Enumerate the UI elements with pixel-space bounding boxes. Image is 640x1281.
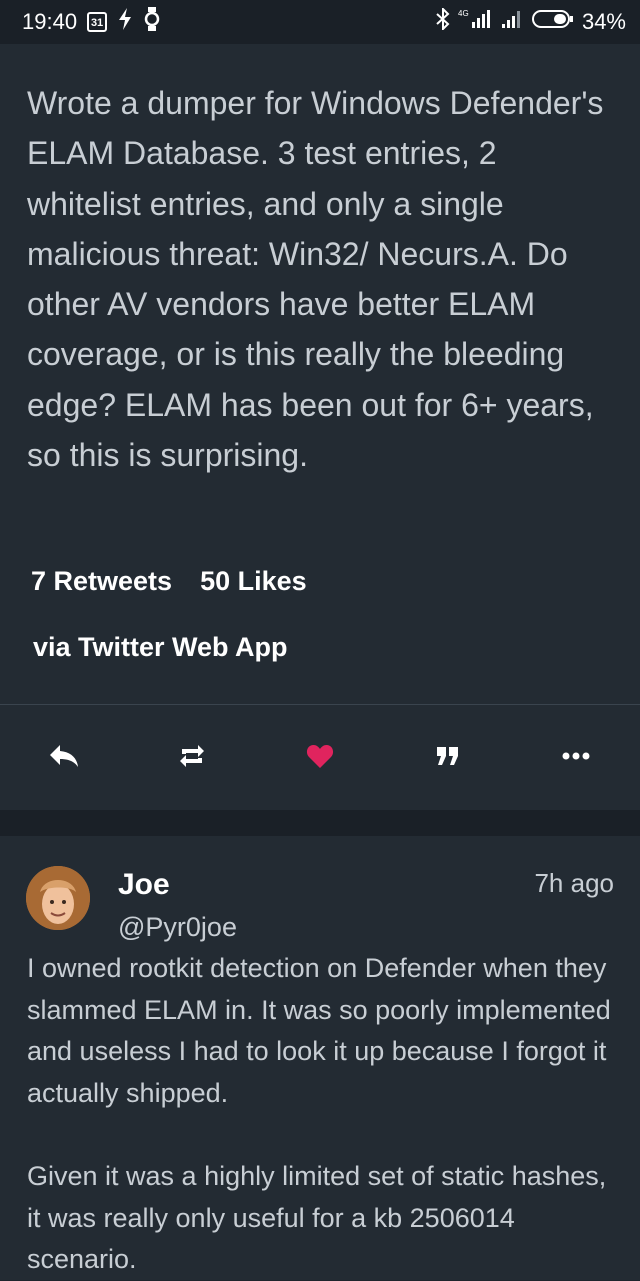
battery-icon [531, 8, 574, 36]
author-handle[interactable]: @Pyr0joe [118, 912, 237, 943]
more-icon[interactable] [556, 736, 596, 776]
reply-paragraph: I owned rootkit detection on Defender wh… [27, 953, 611, 1108]
avatar[interactable] [26, 866, 90, 930]
quote-icon[interactable] [428, 736, 468, 776]
cell-signal-2-icon [500, 8, 524, 36]
action-bar [0, 716, 640, 796]
section-separator [0, 810, 640, 836]
flash-icon [117, 8, 133, 36]
retweet-count[interactable]: 7 Retweets [31, 566, 172, 597]
tweet-stats: 7 Retweets 50 Likes [31, 566, 307, 597]
retweet-icon[interactable] [172, 736, 212, 776]
calendar-icon: 31 [87, 12, 108, 32]
reply-tweet[interactable]: Joe @Pyr0joe 7h ago I owned rootkit dete… [0, 836, 640, 1280]
tweet-text: Wrote a dumper for Windows Defender's EL… [27, 85, 604, 474]
reply-paragraph: Given it was a highly limited set of sta… [27, 1160, 607, 1275]
cell-signal-icon: 4G [458, 8, 492, 36]
watch-icon [143, 7, 161, 37]
divider [0, 704, 640, 705]
network-label: 4G [458, 9, 469, 18]
heart-icon[interactable] [300, 736, 340, 776]
status-bar: 19:40 31 4G 34% [0, 0, 640, 44]
reply-text: I owned rootkit detection on Defender wh… [27, 948, 623, 1281]
tweet-source: via Twitter Web App [33, 632, 288, 662]
battery-percent: 34% [581, 9, 626, 34]
author-name[interactable]: Joe [118, 868, 170, 902]
bluetooth-icon [436, 6, 450, 36]
reply-icon[interactable] [44, 736, 84, 776]
reply-timestamp: 7h ago [534, 868, 614, 898]
status-time: 19:40 [22, 9, 78, 34]
like-count[interactable]: 50 Likes [200, 566, 307, 597]
tweet-detail: Wrote a dumper for Windows Defender's EL… [0, 44, 640, 810]
